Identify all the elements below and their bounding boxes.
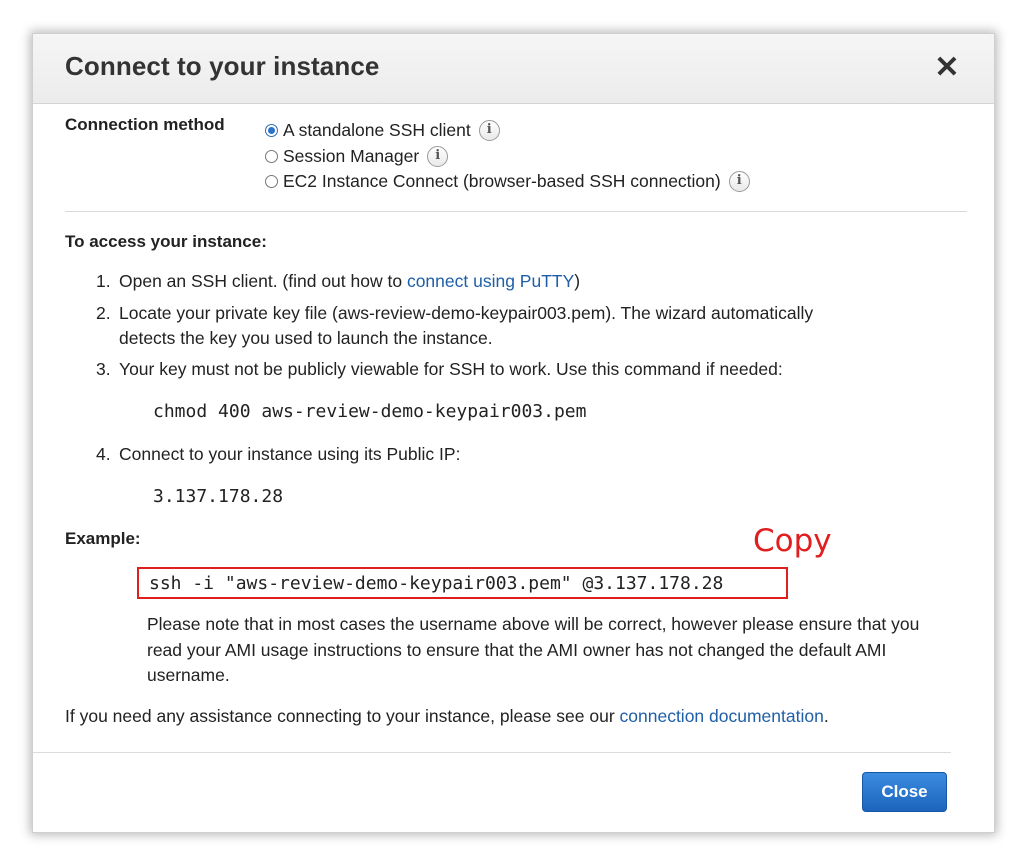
close-button[interactable]: Close <box>862 772 947 812</box>
dialog-title: Connect to your instance <box>65 51 380 81</box>
info-icon[interactable]: i <box>478 119 500 141</box>
copy-annotation: Copy <box>753 523 832 559</box>
ssh-command[interactable]: ssh -i "aws-review-demo-keypair003.pem" … <box>149 573 723 594</box>
public-ip: 3.137.178.28 <box>153 486 284 507</box>
step-text: Open an SSH client. (find out how to <box>119 271 407 291</box>
radio-label: A standalone SSH client <box>283 119 471 140</box>
step-text-end: ) <box>574 271 581 291</box>
info-icon[interactable]: i <box>728 170 750 192</box>
radio-session-manager[interactable]: Session Manager i <box>265 144 449 168</box>
step-number: 2. <box>96 303 111 323</box>
assistance-text: If you need any assistance connecting to… <box>65 706 829 727</box>
dialog-header: Connect to your instance ✕ <box>33 34 994 104</box>
example-title: Example: <box>65 529 141 548</box>
step-number: 4. <box>96 444 111 464</box>
step-1: 1. Open an SSH client. (find out how to … <box>96 269 581 294</box>
close-icon[interactable]: ✕ <box>931 52 963 84</box>
step-text-line1: Locate your private key file (aws-review… <box>119 303 814 323</box>
connect-instance-dialog: Connect to your instance ✕ Connection me… <box>32 33 995 833</box>
assistance-text-body: If you need any assistance connecting to… <box>65 706 620 726</box>
radio-button[interactable] <box>265 149 278 163</box>
radio-label: Session Manager <box>283 145 420 166</box>
radio-button[interactable] <box>265 174 278 188</box>
radio-standalone-ssh[interactable]: A standalone SSH client i <box>265 118 500 142</box>
footer-divider <box>33 752 951 753</box>
assistance-text-end: . <box>823 706 829 726</box>
step-3: 3. Your key must not be publicly viewabl… <box>96 357 783 382</box>
connection-documentation-link[interactable]: connection documentation <box>620 706 824 726</box>
radio-ec2-instance-connect[interactable]: EC2 Instance Connect (browser-based SSH … <box>265 169 750 193</box>
ssh-command-highlight[interactable]: ssh -i "aws-review-demo-keypair003.pem" … <box>137 567 788 599</box>
radio-label: EC2 Instance Connect (browser-based SSH … <box>283 170 721 191</box>
connect-using-putty-link[interactable]: connect using PuTTY <box>407 271 574 291</box>
radio-button-checked[interactable] <box>265 123 278 137</box>
access-section-title: To access your instance: <box>65 232 267 251</box>
step-number: 1. <box>96 271 111 291</box>
step-text: Your key must not be publicly viewable f… <box>119 359 783 379</box>
connection-method-label: Connection method <box>65 115 225 134</box>
step-2: 2. Locate your private key file (aws-rev… <box>96 301 814 351</box>
section-divider <box>65 211 967 212</box>
username-note: Please note that in most cases the usern… <box>147 614 920 685</box>
step-text-line2: detects the key you used to launch the i… <box>119 328 493 348</box>
step-text: Connect to your instance using its Publi… <box>119 444 461 464</box>
step-4: 4. Connect to your instance using its Pu… <box>96 442 461 467</box>
chmod-command: chmod 400 aws-review-demo-keypair003.pem <box>153 401 587 422</box>
step-number: 3. <box>96 359 111 379</box>
info-icon[interactable]: i <box>427 145 449 167</box>
